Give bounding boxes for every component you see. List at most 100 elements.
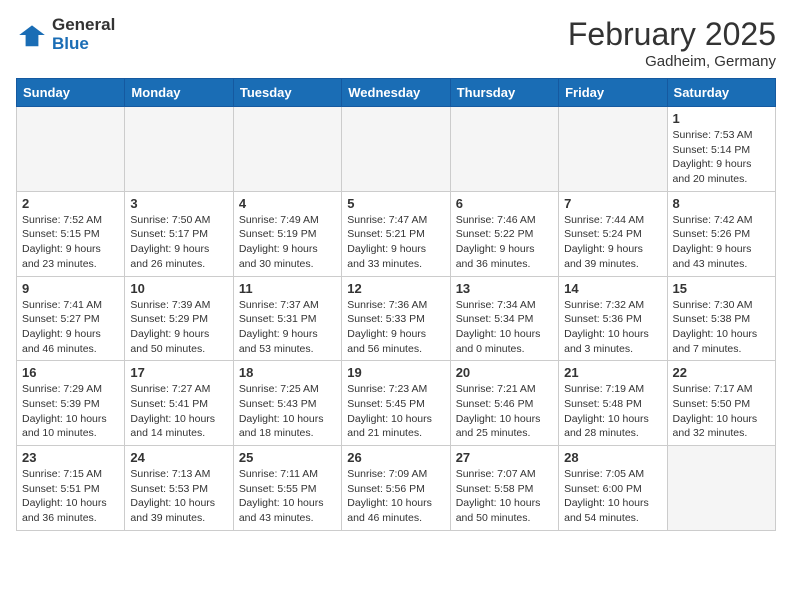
- weekday-header-thursday: Thursday: [450, 79, 558, 107]
- day-info: Sunrise: 7:09 AM Sunset: 5:56 PM Dayligh…: [347, 467, 444, 526]
- day-info: Sunrise: 7:34 AM Sunset: 5:34 PM Dayligh…: [456, 298, 553, 357]
- day-number: 8: [673, 196, 770, 211]
- calendar-cell: [559, 107, 667, 192]
- calendar-cell: 6Sunrise: 7:46 AM Sunset: 5:22 PM Daylig…: [450, 191, 558, 276]
- day-number: 15: [673, 281, 770, 296]
- day-number: 28: [564, 450, 661, 465]
- calendar-cell: 15Sunrise: 7:30 AM Sunset: 5:38 PM Dayli…: [667, 276, 775, 361]
- day-info: Sunrise: 7:32 AM Sunset: 5:36 PM Dayligh…: [564, 298, 661, 357]
- day-info: Sunrise: 7:13 AM Sunset: 5:53 PM Dayligh…: [130, 467, 227, 526]
- day-info: Sunrise: 7:21 AM Sunset: 5:46 PM Dayligh…: [456, 382, 553, 441]
- day-number: 14: [564, 281, 661, 296]
- day-info: Sunrise: 7:47 AM Sunset: 5:21 PM Dayligh…: [347, 213, 444, 272]
- day-number: 5: [347, 196, 444, 211]
- day-info: Sunrise: 7:17 AM Sunset: 5:50 PM Dayligh…: [673, 382, 770, 441]
- calendar-cell: 5 Sunrise: 7:47 AM Sunset: 5:21 PM Daylig…: [342, 191, 450, 276]
- day-number: 6: [456, 196, 553, 211]
- day-number: 25: [239, 450, 336, 465]
- calendar-cell: 9 Sunrise: 7:41 AM Sunset: 5:27 PM Daylig…: [17, 276, 125, 361]
- weekday-header-saturday: Saturday: [667, 79, 775, 107]
- calendar-cell: 8 Sunrise: 7:42 AM Sunset: 5:26 PM Daylig…: [667, 191, 775, 276]
- calendar-cell: [342, 107, 450, 192]
- calendar-week-row: 1 Sunrise: 7:53 AM Sunset: 5:14 PM Daylig…: [17, 107, 776, 192]
- weekday-header-friday: Friday: [559, 79, 667, 107]
- calendar-week-row: 2 Sunrise: 7:52 AM Sunset: 5:15 PM Daylig…: [17, 191, 776, 276]
- calendar-cell: 28 Sunrise: 7:05 AM Sunset: 6:00 PM Dayli…: [559, 446, 667, 531]
- calendar-cell: 12 Sunrise: 7:36 AM Sunset: 5:33 PM Dayli…: [342, 276, 450, 361]
- calendar-cell: 1 Sunrise: 7:53 AM Sunset: 5:14 PM Daylig…: [667, 107, 775, 192]
- day-info: Sunrise: 7:11 AM Sunset: 5:55 PM Dayligh…: [239, 467, 336, 526]
- calendar-subtitle: Gadheim, Germany: [568, 53, 776, 70]
- day-number: 16: [22, 365, 119, 380]
- logo: General Blue: [16, 16, 115, 53]
- logo-text: General Blue: [52, 16, 115, 53]
- day-info: Sunrise: 7:23 AM Sunset: 5:45 PM Dayligh…: [347, 382, 444, 441]
- calendar-cell: [450, 107, 558, 192]
- calendar-cell: 17Sunrise: 7:27 AM Sunset: 5:41 PM Dayli…: [125, 361, 233, 446]
- day-info: Sunrise: 7:39 AM Sunset: 5:29 PM Dayligh…: [130, 298, 227, 357]
- calendar-cell: 19 Sunrise: 7:23 AM Sunset: 5:45 PM Dayli…: [342, 361, 450, 446]
- day-info: Sunrise: 7:50 AM Sunset: 5:17 PM Dayligh…: [130, 213, 227, 272]
- day-number: 23: [22, 450, 119, 465]
- logo-blue: Blue: [52, 35, 115, 54]
- day-number: 4: [239, 196, 336, 211]
- day-number: 7: [564, 196, 661, 211]
- day-number: 24: [130, 450, 227, 465]
- calendar-table: SundayMondayTuesdayWednesdayThursdayFrid…: [16, 78, 776, 531]
- day-info: Sunrise: 7:07 AM Sunset: 5:58 PM Dayligh…: [456, 467, 553, 526]
- day-info: Sunrise: 7:29 AM Sunset: 5:39 PM Dayligh…: [22, 382, 119, 441]
- day-number: 22: [673, 365, 770, 380]
- day-info: Sunrise: 7:37 AM Sunset: 5:31 PM Dayligh…: [239, 298, 336, 357]
- weekday-header-row: SundayMondayTuesdayWednesdayThursdayFrid…: [17, 79, 776, 107]
- day-info: Sunrise: 7:53 AM Sunset: 5:14 PM Dayligh…: [673, 128, 770, 187]
- calendar-cell: 24 Sunrise: 7:13 AM Sunset: 5:53 PM Dayli…: [125, 446, 233, 531]
- day-number: 2: [22, 196, 119, 211]
- calendar-cell: 26 Sunrise: 7:09 AM Sunset: 5:56 PM Dayli…: [342, 446, 450, 531]
- day-info: Sunrise: 7:52 AM Sunset: 5:15 PM Dayligh…: [22, 213, 119, 272]
- calendar-cell: 20 Sunrise: 7:21 AM Sunset: 5:46 PM Dayli…: [450, 361, 558, 446]
- calendar-cell: [125, 107, 233, 192]
- logo-icon: [16, 19, 48, 51]
- weekday-header-sunday: Sunday: [17, 79, 125, 107]
- day-number: 19: [347, 365, 444, 380]
- day-info: Sunrise: 7:36 AM Sunset: 5:33 PM Dayligh…: [347, 298, 444, 357]
- title-block: February 2025 Gadheim, Germany: [568, 16, 776, 70]
- day-number: 3: [130, 196, 227, 211]
- day-info: Sunrise: 7:15 AM Sunset: 5:51 PM Dayligh…: [22, 467, 119, 526]
- day-info: Sunrise: 7:41 AM Sunset: 5:27 PM Dayligh…: [22, 298, 119, 357]
- calendar-week-row: 23 Sunrise: 7:15 AM Sunset: 5:51 PM Dayli…: [17, 446, 776, 531]
- page-header: General Blue February 2025 Gadheim, Germ…: [16, 16, 776, 70]
- calendar-week-row: 9 Sunrise: 7:41 AM Sunset: 5:27 PM Daylig…: [17, 276, 776, 361]
- calendar-cell: 4Sunrise: 7:49 AM Sunset: 5:19 PM Daylig…: [233, 191, 341, 276]
- day-number: 17: [130, 365, 227, 380]
- calendar-cell: 27 Sunrise: 7:07 AM Sunset: 5:58 PM Dayli…: [450, 446, 558, 531]
- calendar-cell: [17, 107, 125, 192]
- weekday-header-monday: Monday: [125, 79, 233, 107]
- calendar-cell: 2 Sunrise: 7:52 AM Sunset: 5:15 PM Daylig…: [17, 191, 125, 276]
- calendar-cell: 7 Sunrise: 7:44 AM Sunset: 5:24 PM Daylig…: [559, 191, 667, 276]
- calendar-cell: 22 Sunrise: 7:17 AM Sunset: 5:50 PM Dayli…: [667, 361, 775, 446]
- day-info: Sunrise: 7:05 AM Sunset: 6:00 PM Dayligh…: [564, 467, 661, 526]
- calendar-cell: 25 Sunrise: 7:11 AM Sunset: 5:55 PM Dayli…: [233, 446, 341, 531]
- calendar-cell: 10Sunrise: 7:39 AM Sunset: 5:29 PM Dayli…: [125, 276, 233, 361]
- calendar-cell: 23 Sunrise: 7:15 AM Sunset: 5:51 PM Dayli…: [17, 446, 125, 531]
- calendar-cell: [233, 107, 341, 192]
- weekday-header-tuesday: Tuesday: [233, 79, 341, 107]
- day-number: 12: [347, 281, 444, 296]
- day-number: 26: [347, 450, 444, 465]
- weekday-header-wednesday: Wednesday: [342, 79, 450, 107]
- day-number: 27: [456, 450, 553, 465]
- calendar-cell: 16 Sunrise: 7:29 AM Sunset: 5:39 PM Dayli…: [17, 361, 125, 446]
- calendar-cell: 3 Sunrise: 7:50 AM Sunset: 5:17 PM Daylig…: [125, 191, 233, 276]
- day-number: 20: [456, 365, 553, 380]
- calendar-cell: 11Sunrise: 7:37 AM Sunset: 5:31 PM Dayli…: [233, 276, 341, 361]
- day-info: Sunrise: 7:42 AM Sunset: 5:26 PM Dayligh…: [673, 213, 770, 272]
- day-number: 1: [673, 111, 770, 126]
- day-info: Sunrise: 7:19 AM Sunset: 5:48 PM Dayligh…: [564, 382, 661, 441]
- calendar-cell: 14 Sunrise: 7:32 AM Sunset: 5:36 PM Dayli…: [559, 276, 667, 361]
- day-info: Sunrise: 7:44 AM Sunset: 5:24 PM Dayligh…: [564, 213, 661, 272]
- calendar-cell: 18Sunrise: 7:25 AM Sunset: 5:43 PM Dayli…: [233, 361, 341, 446]
- calendar-cell: [667, 446, 775, 531]
- logo-general: General: [52, 16, 115, 35]
- day-number: 9: [22, 281, 119, 296]
